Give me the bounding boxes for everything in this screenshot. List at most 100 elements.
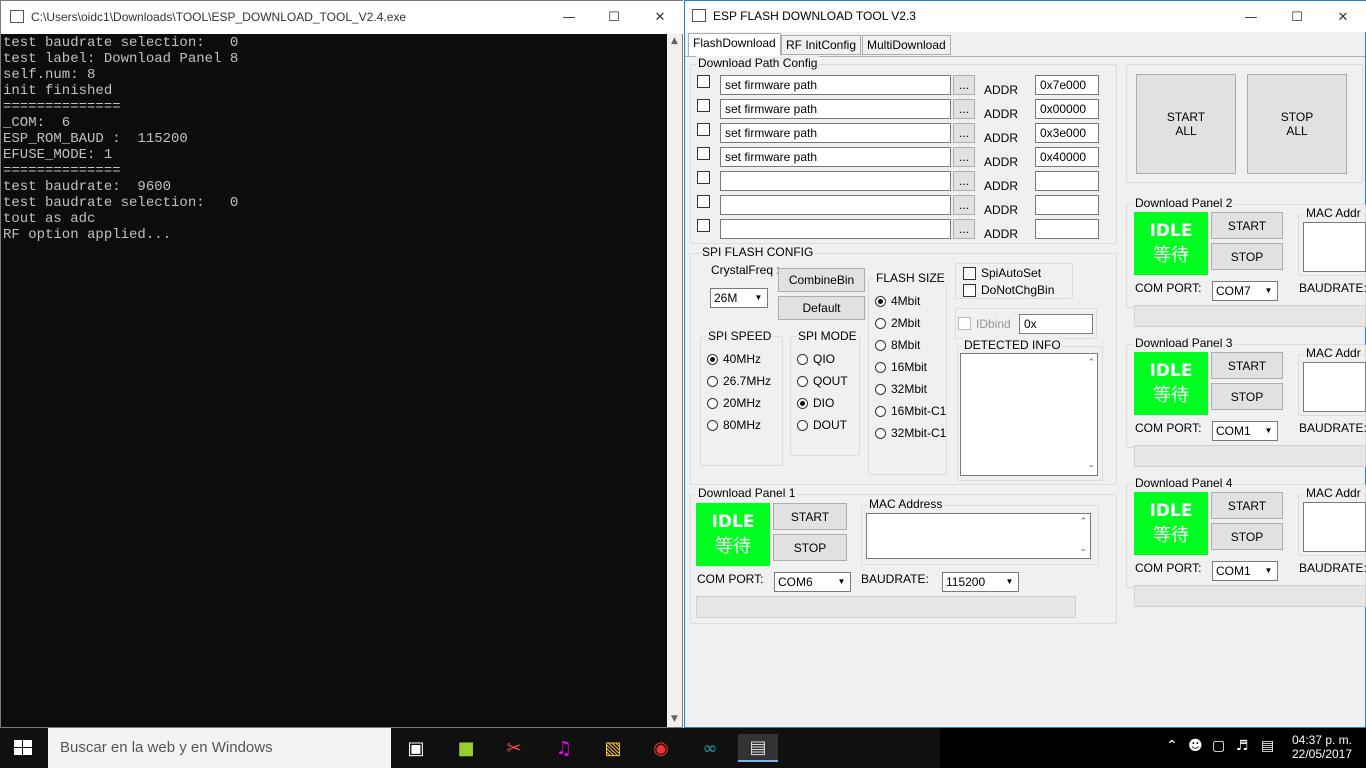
spi-speed-radio[interactable] [707,398,718,409]
browse-button[interactable]: ... [953,171,975,191]
donotchgbin-checkbox[interactable] [963,284,976,297]
windows-start-icon[interactable] [14,740,32,756]
tab-flashdownload[interactable]: FlashDownload [688,33,781,56]
panel-start-button[interactable]: START [1211,212,1283,239]
flash-size-radio[interactable] [875,362,886,373]
console-window[interactable]: C:\Users\oidc1\Downloads\TOOL\ESP_DOWNLO… [0,0,684,728]
clock[interactable]: 04:37 p. m. 22/05/2017 [1287,733,1357,761]
browse-button[interactable]: ... [953,219,975,239]
esp-minimize-button[interactable]: — [1228,1,1274,33]
task-view-icon[interactable]: ▣ [396,734,436,762]
snipping-tool-icon[interactable]: ✂ [494,734,534,762]
path-checkbox[interactable] [697,99,710,112]
browse-button[interactable]: ... [953,99,975,119]
panel-stop-button[interactable]: STOP [1211,243,1283,270]
maximize-button[interactable]: ☐ [591,1,637,33]
flash-size-radio[interactable] [875,406,886,417]
flash-size-radio[interactable] [875,318,886,329]
flash-size-radio[interactable] [875,384,886,395]
volume-icon[interactable]: ♬ [1236,738,1249,754]
esp-titlebar[interactable]: ESP FLASH DOWNLOAD TOOL V2.3 — ☐ ✕ [685,1,1366,32]
file-explorer-icon[interactable]: ▧ [593,734,633,762]
mac-address-textarea[interactable]: ⌃ ⌄ [866,513,1091,559]
default-button[interactable]: Default [778,296,865,320]
firmware-path-input[interactable]: set firmware path [720,147,951,167]
people-icon[interactable]: ☻ [1188,738,1203,754]
firmware-path-input[interactable]: set firmware path [720,123,951,143]
mac-address-textarea[interactable] [1303,362,1366,412]
panel-stop-button[interactable]: STOP [1211,523,1283,550]
firmware-path-input[interactable] [720,219,951,239]
combinebin-button[interactable]: CombineBin [778,268,865,292]
scroll-up-icon[interactable]: ⌃ [1087,358,1095,368]
close-button[interactable]: ✕ [637,1,683,33]
spi-mode-radio[interactable] [797,376,808,387]
taskbar-search-box[interactable]: Buscar en la web y en Windows [48,728,391,768]
firmware-path-input[interactable]: set firmware path [720,75,951,95]
scroll-down-icon[interactable]: ⌄ [1079,544,1087,554]
crystal-freq-select[interactable]: 26M ▼ [710,288,768,308]
scroll-up-icon[interactable]: ▲ [667,36,682,46]
addr-input[interactable] [1035,219,1099,239]
start-all-button[interactable]: START ALL [1136,74,1236,174]
stop-all-button[interactable]: STOP ALL [1247,74,1347,174]
scroll-up-icon[interactable]: ⌃ [1079,517,1087,527]
panel-start-button[interactable]: START [1211,352,1283,379]
addr-input[interactable] [1035,195,1099,215]
mac-address-textarea[interactable] [1303,222,1366,272]
maps-app-icon[interactable]: ■ [446,734,486,762]
addr-input[interactable]: 0x3e000 [1035,123,1099,143]
com-port-select[interactable]: COM1 ▼ [1212,421,1278,441]
spi-mode-radio[interactable] [797,420,808,431]
panel-start-button[interactable]: START [1211,492,1283,519]
com-port-select[interactable]: COM1 ▼ [1212,561,1278,581]
itunes-icon[interactable]: ♫ [544,734,584,762]
flash-size-radio[interactable] [875,428,886,439]
spi-mode-radio[interactable] [797,398,808,409]
com-port-select[interactable]: COM7 ▼ [1212,281,1278,301]
spi-speed-radio[interactable] [707,420,718,431]
arduino-icon[interactable]: ∞ [690,734,730,762]
firmware-path-input[interactable]: set firmware path [720,99,951,119]
addr-input[interactable]: 0x40000 [1035,147,1099,167]
console-titlebar[interactable]: C:\Users\oidc1\Downloads\TOOL\ESP_DOWNLO… [1,1,684,34]
addr-input[interactable]: 0x00000 [1035,99,1099,119]
idbind-checkbox[interactable] [958,317,971,330]
detected-info-textarea[interactable]: ⌃ ⌄ [960,353,1098,476]
esp-maximize-button[interactable]: ☐ [1274,1,1320,33]
path-checkbox[interactable] [697,171,710,184]
esp-tool-taskbar-icon[interactable]: ▤ [738,734,778,762]
com-port-select[interactable]: COM6 ▼ [774,572,851,592]
scroll-down-icon[interactable]: ⌄ [1087,460,1095,470]
network-icon[interactable]: ▢ [1212,738,1225,754]
tab-rf-initconfig[interactable]: RF InitConfig [781,35,862,55]
esp-close-button[interactable]: ✕ [1320,1,1366,33]
path-checkbox[interactable] [697,219,710,232]
mac-address-textarea[interactable] [1303,502,1366,552]
firmware-path-input[interactable] [720,171,951,191]
spi-speed-radio[interactable] [707,354,718,365]
message-icon[interactable]: ▤ [1261,738,1274,754]
minimize-button[interactable]: — [546,1,592,33]
idbind-input[interactable]: 0x [1019,314,1093,334]
panel-stop-button[interactable]: STOP [1211,383,1283,410]
spi-speed-radio[interactable] [707,376,718,387]
scroll-down-icon[interactable]: ▼ [667,714,682,724]
browse-button[interactable]: ... [953,195,975,215]
path-checkbox[interactable] [697,75,710,88]
flash-size-radio[interactable] [875,340,886,351]
addr-input[interactable]: 0x7e000 [1035,75,1099,95]
addr-input[interactable] [1035,171,1099,191]
baudrate-select[interactable]: 115200 ▼ [942,572,1019,592]
tab-multidownload[interactable]: MultiDownload [862,35,951,55]
browse-button[interactable]: ... [953,147,975,167]
panel1-stop-button[interactable]: STOP [773,534,847,561]
path-checkbox[interactable] [697,195,710,208]
console-scrollbar[interactable]: ▲ ▼ [667,34,682,727]
browse-button[interactable]: ... [953,75,975,95]
spiautoset-checkbox[interactable] [963,267,976,280]
esp-window[interactable]: ESP FLASH DOWNLOAD TOOL V2.3 — ☐ ✕ Flash… [684,0,1366,728]
path-checkbox[interactable] [697,123,710,136]
spi-mode-radio[interactable] [797,354,808,365]
chrome-icon[interactable]: ◉ [641,734,681,762]
